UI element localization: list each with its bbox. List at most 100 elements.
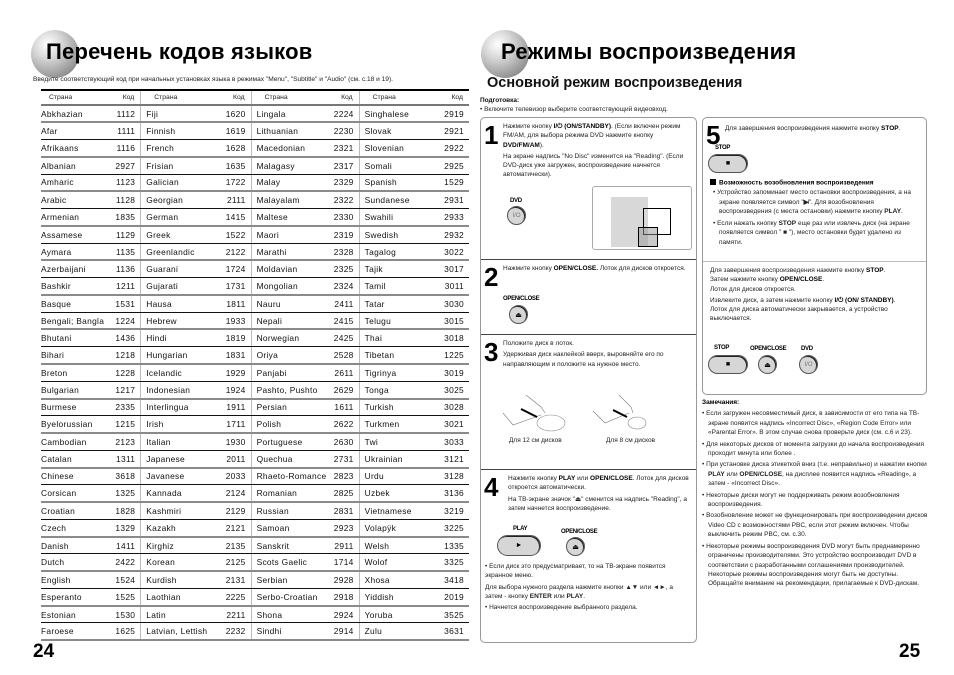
language-name-cell: Icelandic (140, 363, 214, 382)
open-close-button[interactable]: ⏏ (758, 355, 777, 374)
language-name-cell: Welsh (359, 536, 433, 555)
language-code-cell: 2831 (326, 502, 360, 520)
table-row: Burmese 2335 Interlingua 1911 Persian 1611 Tur… (41, 398, 469, 417)
language-code-cell: 2914 (326, 622, 360, 642)
language-code-cell: 2225 (213, 588, 252, 607)
table-row: Cambodian 2123 Italian 1930 Portuguese 2630 Tw… (41, 433, 469, 451)
table-row: Afar 1111 Finnish 1619 Lithuanian 2230 Slovak 2… (41, 122, 469, 141)
eject-icon: ⏏ (572, 543, 579, 551)
notes-title: Замечания: (702, 399, 740, 406)
table-row: Bulgarian 1217 Indonesian 1924 Pashto, Pusht… (41, 381, 469, 400)
language-code-cell: 3121 (432, 450, 469, 469)
language-code-cell: 1128 (104, 191, 142, 210)
language-name-cell: Bihari (41, 346, 105, 365)
dvd-button-label: DVD (801, 346, 813, 352)
language-code-cell: 1625 (104, 622, 142, 642)
language-code-cell: 2919 (432, 105, 469, 124)
resume-heading: Возможность возобновления воспроизведени… (710, 179, 874, 187)
table-row: Abkhazian 1112 Fiji 1620 Lingala 2224 Singhale… (41, 105, 469, 124)
language-name-cell: Bengali; Bangla (41, 312, 105, 331)
step-4-line: Нажмите кнопку PLAY или OPEN/CLOSE. Лото… (508, 475, 689, 492)
resume-item: • Если нажать кнопку STOP еще раз или из… (713, 219, 910, 246)
notes-list: • Если загружен несовместимый диск, в за… (702, 409, 932, 588)
language-name-cell: Latvian, Lettish (140, 622, 214, 642)
open-close-button[interactable]: ⏏ (509, 305, 528, 324)
language-code-cell: 1325 (104, 484, 142, 504)
language-name-cell: Abkhazian (41, 105, 105, 124)
language-code-cell: 3022 (432, 243, 469, 262)
open-close-button[interactable]: ⏏ (566, 537, 585, 556)
language-name-cell: Quechua (251, 450, 327, 469)
language-code-cell: 3030 (432, 294, 469, 313)
page-title: Режимы воспроизведения (501, 39, 797, 64)
language-name-cell: Tatar (359, 294, 433, 313)
power-off-text: Для завершения воспроизведения нажмите к… (710, 266, 921, 326)
notes-section: Замечания: • Если загружен несовместимый… (702, 398, 932, 591)
square-bullet-icon (710, 179, 716, 185)
step-4-line: На ТВ-экране значок "⏏" сменится на надп… (508, 495, 687, 512)
language-name-cell: Kannada (140, 484, 214, 504)
language-name-cell: Oriya (251, 346, 327, 365)
open-close-button-label: OPEN/CLOSE (561, 529, 598, 535)
language-name-cell: Faroese (41, 622, 105, 642)
language-name-cell: Kurdish (140, 571, 214, 589)
language-name-cell: Galician (140, 174, 214, 193)
play-button[interactable]: ► (497, 535, 541, 556)
language-name-cell: English (41, 571, 105, 589)
language-name-cell: Tamil (359, 277, 433, 296)
language-code-cell: 2122 (213, 243, 252, 262)
language-name-cell: Hebrew (140, 312, 214, 331)
stop-button[interactable]: ■ (708, 154, 748, 173)
language-name-cell: Sundanese (359, 191, 433, 210)
table-row: Arabic 1128 Georgian 2111 Malayalam 2322 Sunda… (41, 191, 469, 210)
language-name-cell: Marathi (251, 243, 327, 262)
language-name-cell: Estonian (41, 605, 105, 624)
language-code-cell: 1930 (213, 433, 252, 451)
language-name-cell: Corsican (41, 484, 105, 504)
language-name-cell: Sindhi (251, 622, 327, 642)
dvd-power-button[interactable]: I/O (799, 355, 818, 374)
language-code-cell: 1819 (213, 329, 252, 348)
language-name-cell: Yoruba (359, 605, 433, 624)
language-code-cell: 1529 (432, 174, 469, 193)
language-code-cell: 2933 (432, 208, 469, 227)
table-row: Amharic 1123 Galician 1722 Malay 2329 Spanish 1… (41, 174, 469, 193)
language-name-cell: Urdu (359, 467, 433, 486)
table-row: Czech 1329 Kazakh 2121 Samoan 2923 Volapÿk 3225 (41, 519, 469, 538)
dvd-power-button[interactable]: I/O (507, 206, 526, 225)
language-code-cell: 1711 (213, 415, 252, 435)
step-1-text: Нажмите кнопку I/⏻ (ON/STANDBY). (Если в… (503, 122, 691, 182)
language-name-cell: Fiji (140, 105, 214, 124)
language-name-cell: Spanish (359, 174, 433, 193)
language-name-cell: Aymara (41, 243, 105, 262)
language-code-cell: 1724 (213, 260, 252, 279)
language-name-cell: Tigrinya (359, 363, 433, 382)
language-name-cell: Japanese (140, 450, 214, 469)
language-code-cell: 1530 (104, 605, 142, 624)
step-2-line: Нажмите кнопку OPEN/CLOSE. Лоток для дис… (503, 265, 686, 272)
language-code-cell: 1619 (213, 122, 252, 141)
language-code-cell: 3128 (432, 467, 469, 486)
step-number: 1 (484, 120, 499, 150)
language-code-cell: 3018 (432, 329, 469, 348)
step-4-text: Нажмите кнопку PLAY или OPEN/CLOSE. Лото… (508, 474, 691, 515)
language-name-cell: Cambodian (41, 433, 105, 451)
language-name-cell: Afar (41, 122, 105, 141)
language-name-cell: Romanian (251, 484, 327, 504)
table-row: Byelorussian 1215 Irish 1711 Polish 2622 Turkm… (41, 415, 469, 435)
language-name-cell: Dutch (41, 553, 105, 573)
language-name-cell: Sanskrit (251, 536, 327, 555)
language-code-cell: 2230 (326, 122, 360, 141)
stop-button[interactable]: ■ (708, 355, 748, 374)
language-code-cell: 2129 (213, 502, 252, 520)
step-5: 5 Для завершения воспроизведения нажмите… (703, 118, 926, 261)
language-name-cell: Arabic (41, 191, 105, 210)
language-code-cell: 2319 (326, 225, 360, 244)
language-code-cell: 2325 (326, 260, 360, 279)
language-code-cell: 2335 (104, 398, 142, 417)
language-code-cell: 1135 (104, 243, 142, 262)
language-name-cell: Pashto, Pushto (251, 381, 327, 400)
language-code-cell: 1525 (104, 588, 142, 607)
language-code-cell: 1628 (213, 139, 252, 158)
language-code-cell: 1111 (104, 122, 142, 141)
